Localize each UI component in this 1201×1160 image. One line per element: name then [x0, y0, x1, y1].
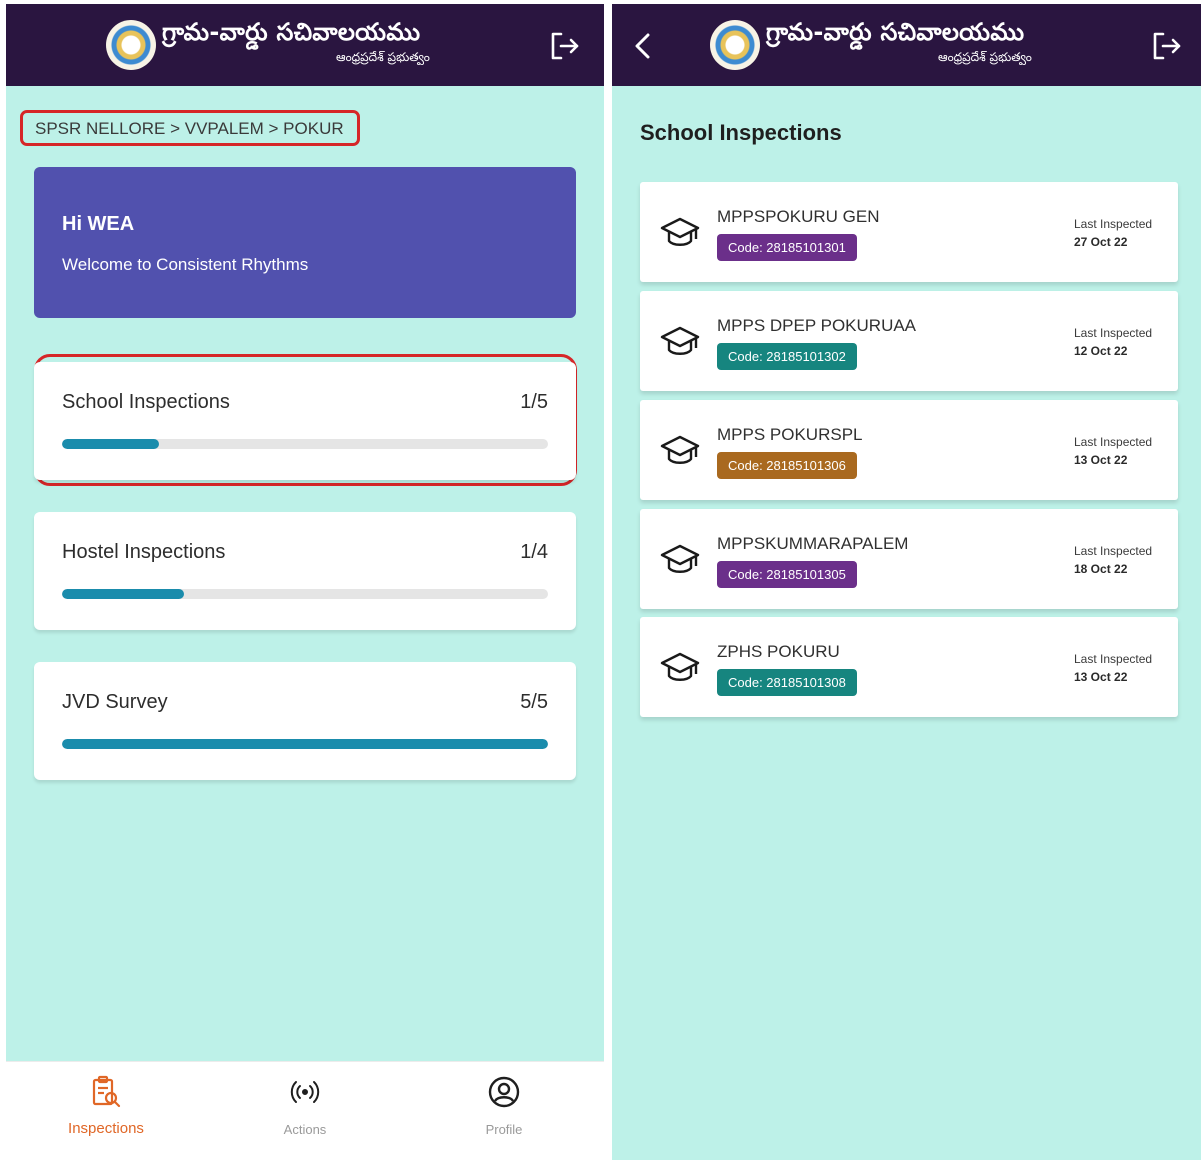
- card-title: School Inspections: [62, 391, 230, 413]
- breadcrumb: SPSR NELLORE > VVPALEM > POKUR: [20, 110, 360, 146]
- graduation-cap-icon: [660, 544, 700, 573]
- back-arrow-icon[interactable]: [624, 26, 664, 66]
- school-name: MPPS DPEP POKURUAA: [717, 316, 917, 335]
- last-inspected-date: 27 Oct 22: [1074, 235, 1128, 249]
- app-header: గ్రామ-వార్డు సచివాలయము ఆంధ్రప్రదేశ్ ప్రభ…: [612, 4, 1201, 86]
- app-header: గ్రామ-వార్డు సచివాలయము ఆంధ్రప్రదేశ్ ప్రభ…: [6, 4, 604, 86]
- graduation-cap-icon: [660, 326, 700, 355]
- last-inspected-label: Last Inspected: [1074, 435, 1153, 449]
- school-code-badge: Code: 28185101305: [717, 561, 857, 588]
- page-title: School Inspections: [640, 120, 842, 145]
- last-inspected-date: 18 Oct 22: [1074, 562, 1128, 576]
- progress-fill: [62, 439, 160, 449]
- welcome-banner: Hi WEA Welcome to Consistent Rhythms: [34, 167, 576, 318]
- last-inspected-date: 12 Oct 22: [1074, 344, 1128, 358]
- card-title: Hostel Inspections: [62, 541, 226, 563]
- school-inspections-card[interactable]: School Inspections 1/5: [34, 362, 576, 480]
- nav-label: Actions: [283, 1122, 327, 1137]
- school-list-item[interactable]: MPPSKUMMARAPALEM Code: 28185101305 Last …: [640, 509, 1178, 609]
- last-inspected-date: 13 Oct 22: [1074, 453, 1128, 467]
- school-list-item[interactable]: ZPHS POKURU Code: 28185101308 Last Inspe…: [640, 617, 1178, 717]
- progress-bar: [62, 739, 548, 749]
- card-count: 5/5: [520, 691, 548, 713]
- welcome-title: Hi WEA: [62, 213, 135, 235]
- state-emblem-icon: [106, 20, 156, 70]
- broadcast-icon: [290, 1081, 320, 1103]
- card-count: 1/4: [520, 541, 548, 563]
- progress-bar: [62, 439, 548, 449]
- last-inspected-label: Last Inspected: [1074, 217, 1153, 231]
- logout-icon[interactable]: [544, 26, 584, 66]
- jvd-survey-card[interactable]: JVD Survey 5/5: [34, 662, 576, 780]
- app-title: గ్రామ-వార్డు సచివాలయము: [162, 18, 421, 46]
- card-count: 1/5: [520, 391, 548, 413]
- nav-actions[interactable]: Actions: [235, 1074, 375, 1154]
- school-code-badge: Code: 28185101302: [717, 343, 857, 370]
- school-list-item[interactable]: MPPSPOKURU GEN Code: 28185101301 Last In…: [640, 182, 1178, 282]
- school-list-item[interactable]: MPPS POKURSPL Code: 28185101306 Last Ins…: [640, 400, 1178, 500]
- school-inspections-screen: గ్రామ-వార్డు సచివాలయము ఆంధ్రప్రదేశ్ ప్రభ…: [612, 4, 1201, 1160]
- hostel-inspections-card[interactable]: Hostel Inspections 1/4: [34, 512, 576, 630]
- nav-label: Inspections: [68, 1120, 144, 1137]
- clipboard-search-icon: [92, 1075, 121, 1108]
- card-title: JVD Survey: [62, 691, 168, 713]
- app-title: గ్రామ-వార్డు సచివాలయము: [766, 18, 1025, 46]
- last-inspected-date: 13 Oct 22: [1074, 670, 1128, 684]
- school-list-item[interactable]: MPPS DPEP POKURUAA Code: 28185101302 Las…: [640, 291, 1178, 391]
- nav-label: Profile: [485, 1122, 523, 1137]
- logout-icon[interactable]: [1146, 26, 1186, 66]
- graduation-cap-icon: [660, 217, 700, 246]
- last-inspected-label: Last Inspected: [1074, 652, 1153, 666]
- nav-profile[interactable]: Profile: [434, 1074, 574, 1154]
- user-circle-icon: [488, 1076, 520, 1108]
- school-name: MPPSPOKURU GEN: [717, 207, 880, 226]
- state-emblem-icon: [710, 20, 760, 70]
- school-name: MPPSKUMMARAPALEM: [717, 534, 909, 553]
- nav-inspections[interactable]: Inspections: [36, 1074, 176, 1154]
- last-inspected-label: Last Inspected: [1074, 326, 1153, 340]
- app-subtitle: ఆంధ్రప్రదేశ్ ప్రభుత్వం: [336, 50, 430, 64]
- school-code-badge: Code: 28185101308: [717, 669, 857, 696]
- last-inspected-label: Last Inspected: [1074, 544, 1153, 558]
- welcome-subtitle: Welcome to Consistent Rhythms: [62, 255, 309, 274]
- school-code-badge: Code: 28185101306: [717, 452, 857, 479]
- home-screen: గ్రామ-వార్డు సచివాలయము ఆంధ్రప్రదేశ్ ప్రభ…: [6, 4, 604, 1160]
- graduation-cap-icon: [660, 652, 700, 681]
- school-name: ZPHS POKURU: [717, 642, 840, 661]
- app-subtitle: ఆంధ్రప్రదేశ్ ప్రభుత్వం: [938, 50, 1032, 64]
- school-name: MPPS POKURSPL: [717, 425, 863, 444]
- school-code-badge: Code: 28185101301: [717, 234, 857, 261]
- progress-fill: [62, 589, 184, 599]
- graduation-cap-icon: [660, 435, 700, 464]
- progress-bar: [62, 589, 548, 599]
- bottom-nav: Inspections Actions Profile: [6, 1061, 604, 1160]
- progress-fill: [62, 739, 548, 749]
